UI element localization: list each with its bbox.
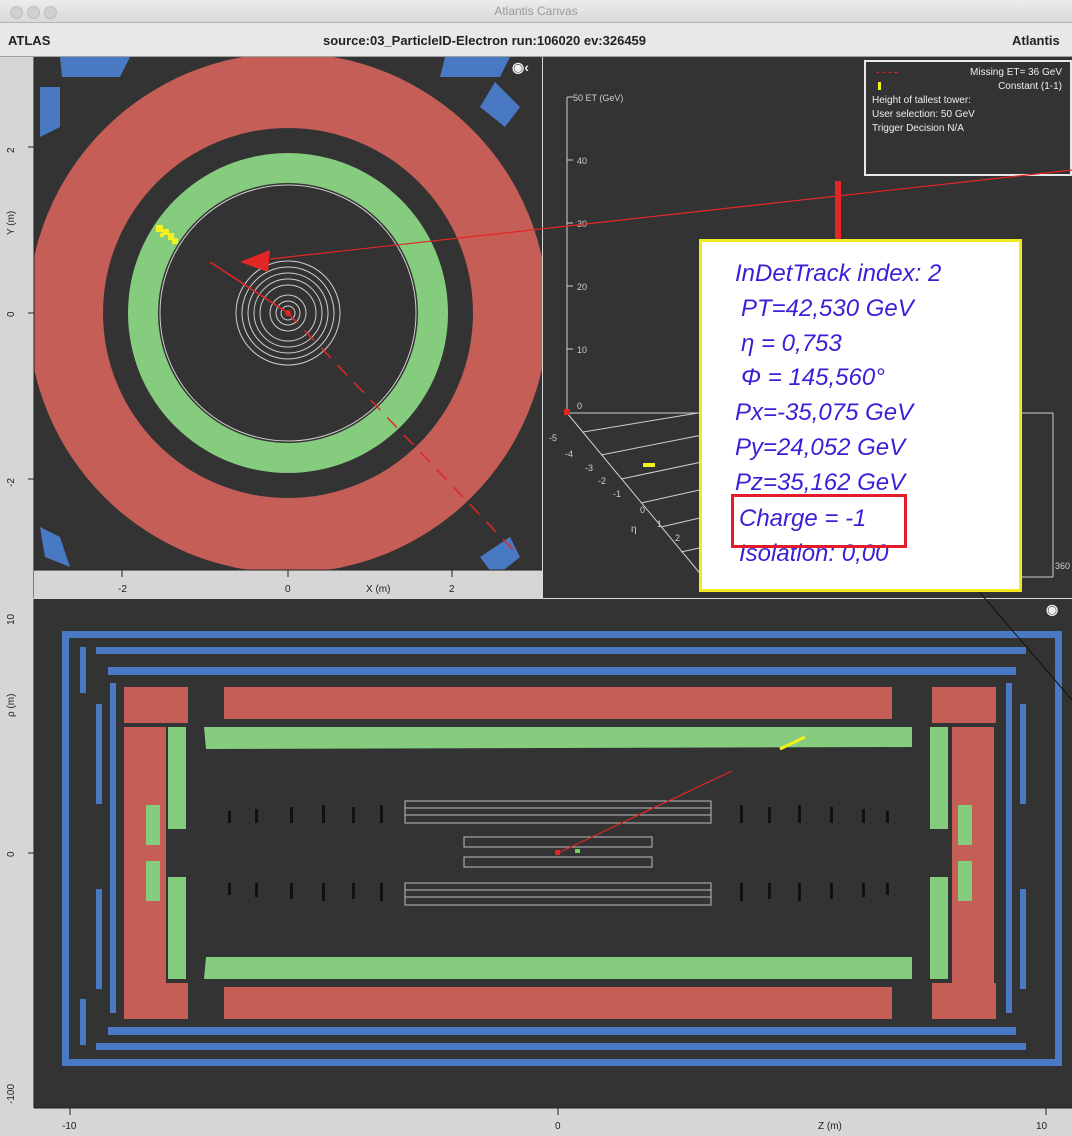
charge-highlight-box: [731, 494, 907, 548]
track-eta: η = 0,753: [741, 330, 842, 357]
track-px: Px=-35,075 GeV: [735, 399, 914, 426]
track-py: Py=24,052 GeV: [735, 434, 906, 461]
track-pz: Pz=35,162 GeV: [735, 469, 906, 496]
track-index: InDetTrack index: 2: [735, 260, 942, 287]
arrow-head-icon: [240, 250, 270, 272]
track-phi: Φ = 145,560°: [741, 364, 885, 391]
track-pt: PT=42,530 GeV: [741, 295, 914, 322]
